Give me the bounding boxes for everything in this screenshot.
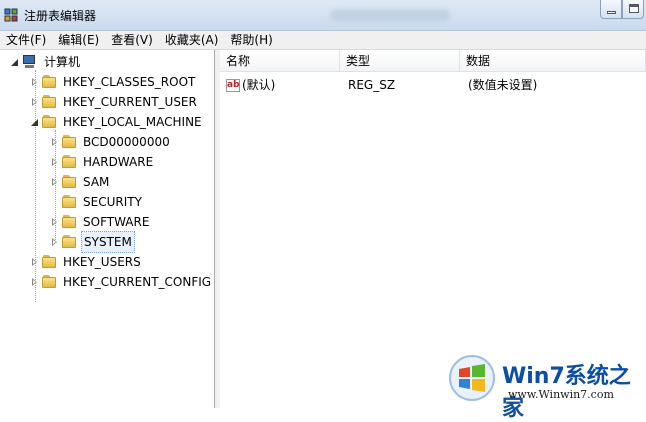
tree-item-hkcr[interactable]: HKEY_CLASSES_ROOT [30,72,197,92]
folder-icon [42,75,58,89]
tree-item-system[interactable]: SYSTEM [50,231,135,253]
menu-edit[interactable]: 编辑(E) [52,31,105,49]
value-name-cell: ab (默认) [226,75,275,95]
window-controls [600,0,644,20]
expand-arrow-icon[interactable] [50,157,60,167]
tree-item-security[interactable]: SECURITY [50,192,144,212]
column-header-data[interactable]: 数据 [460,50,646,72]
tree-item-label: HKEY_CURRENT_USER [63,95,197,109]
registry-tree[interactable]: 计算机 HKEY_CLASSES_ROOT HKEY_CURRENT_USER … [0,50,215,408]
title-bar: 注册表编辑器 [0,0,646,31]
minimize-button[interactable] [600,0,622,19]
tree-item-computer[interactable]: 计算机 [10,52,82,72]
folder-icon [62,175,78,189]
watermark-brand-prefix: Win7 [502,364,565,389]
menu-help[interactable]: 帮助(H) [224,31,278,49]
folder-icon [42,275,58,289]
collapse-arrow-icon[interactable] [30,117,40,127]
menu-view[interactable]: 查看(V) [105,31,159,49]
tree-item-hkcc[interactable]: HKEY_CURRENT_CONFIG [30,272,213,292]
expand-arrow-icon[interactable] [30,257,40,267]
computer-icon [22,55,38,69]
minimize-icon [607,11,616,14]
value-type: REG_SZ [348,78,396,92]
tree-item-bcd[interactable]: BCD00000000 [50,132,172,152]
tree-item-label: SOFTWARE [83,215,150,229]
tree-item-hklm[interactable]: HKEY_LOCAL_MACHINE [30,112,204,132]
blurred-title-content [330,9,450,21]
folder-icon [62,195,78,209]
folder-icon [42,95,58,109]
tree-item-label: HKEY_CLASSES_ROOT [63,75,196,89]
tree-item-label: SAM [83,175,110,189]
tree-item-hkcu[interactable]: HKEY_CURRENT_USER [30,92,199,112]
value-name: (默认) [242,78,276,92]
tree-item-label: HKEY_CURRENT_CONFIG [63,275,212,289]
folder-icon [62,235,78,249]
tree-item-label: HKEY_LOCAL_MACHINE [63,115,202,129]
column-header-name[interactable]: 名称 [220,50,340,72]
menu-file[interactable]: 文件(F) [0,31,52,49]
expand-arrow-icon[interactable] [50,217,60,227]
site-watermark: Win7系统之家 www.Winwin7.com [448,352,646,421]
maximize-icon [629,4,639,13]
folder-open-icon [42,115,58,129]
folder-icon [62,135,78,149]
expand-arrow-icon[interactable] [30,77,40,87]
folder-icon [42,255,58,269]
windows-logo-icon [449,355,495,401]
tree-item-software[interactable]: SOFTWARE [50,212,151,232]
regedit-icon [4,8,18,22]
collapse-arrow-icon[interactable] [10,57,20,67]
tree-item-sam[interactable]: SAM [50,172,111,192]
menu-bar: 文件(F) 编辑(E) 查看(V) 收藏夹(A) 帮助(H) [0,31,646,50]
expand-arrow-icon[interactable] [30,277,40,287]
value-data: (数值未设置) [468,78,538,92]
watermark-url: www.Winwin7.com [508,388,614,401]
tree-item-label-selected: SYSTEM [81,231,135,253]
folder-icon [62,215,78,229]
expand-arrow-icon[interactable] [50,237,60,247]
tree-item-label: 计算机 [44,55,81,69]
window-title: 注册表编辑器 [24,9,97,23]
tree-item-hku[interactable]: HKEY_USERS [30,252,143,272]
tree-item-label: BCD00000000 [83,135,170,149]
menu-favorites[interactable]: 收藏夹(A) [159,31,225,49]
expand-arrow-icon[interactable] [30,97,40,107]
maximize-button[interactable] [622,0,644,19]
tree-item-label: HKEY_USERS [63,255,141,269]
column-header-type[interactable]: 类型 [340,50,460,72]
string-value-icon: ab [226,79,240,92]
expand-arrow-icon[interactable] [50,137,60,147]
tree-item-label: HARDWARE [83,155,154,169]
expand-arrow-icon[interactable] [50,177,60,187]
tree-item-label: SECURITY [83,195,142,209]
tree-item-hardware[interactable]: HARDWARE [50,152,155,172]
folder-icon [62,155,78,169]
